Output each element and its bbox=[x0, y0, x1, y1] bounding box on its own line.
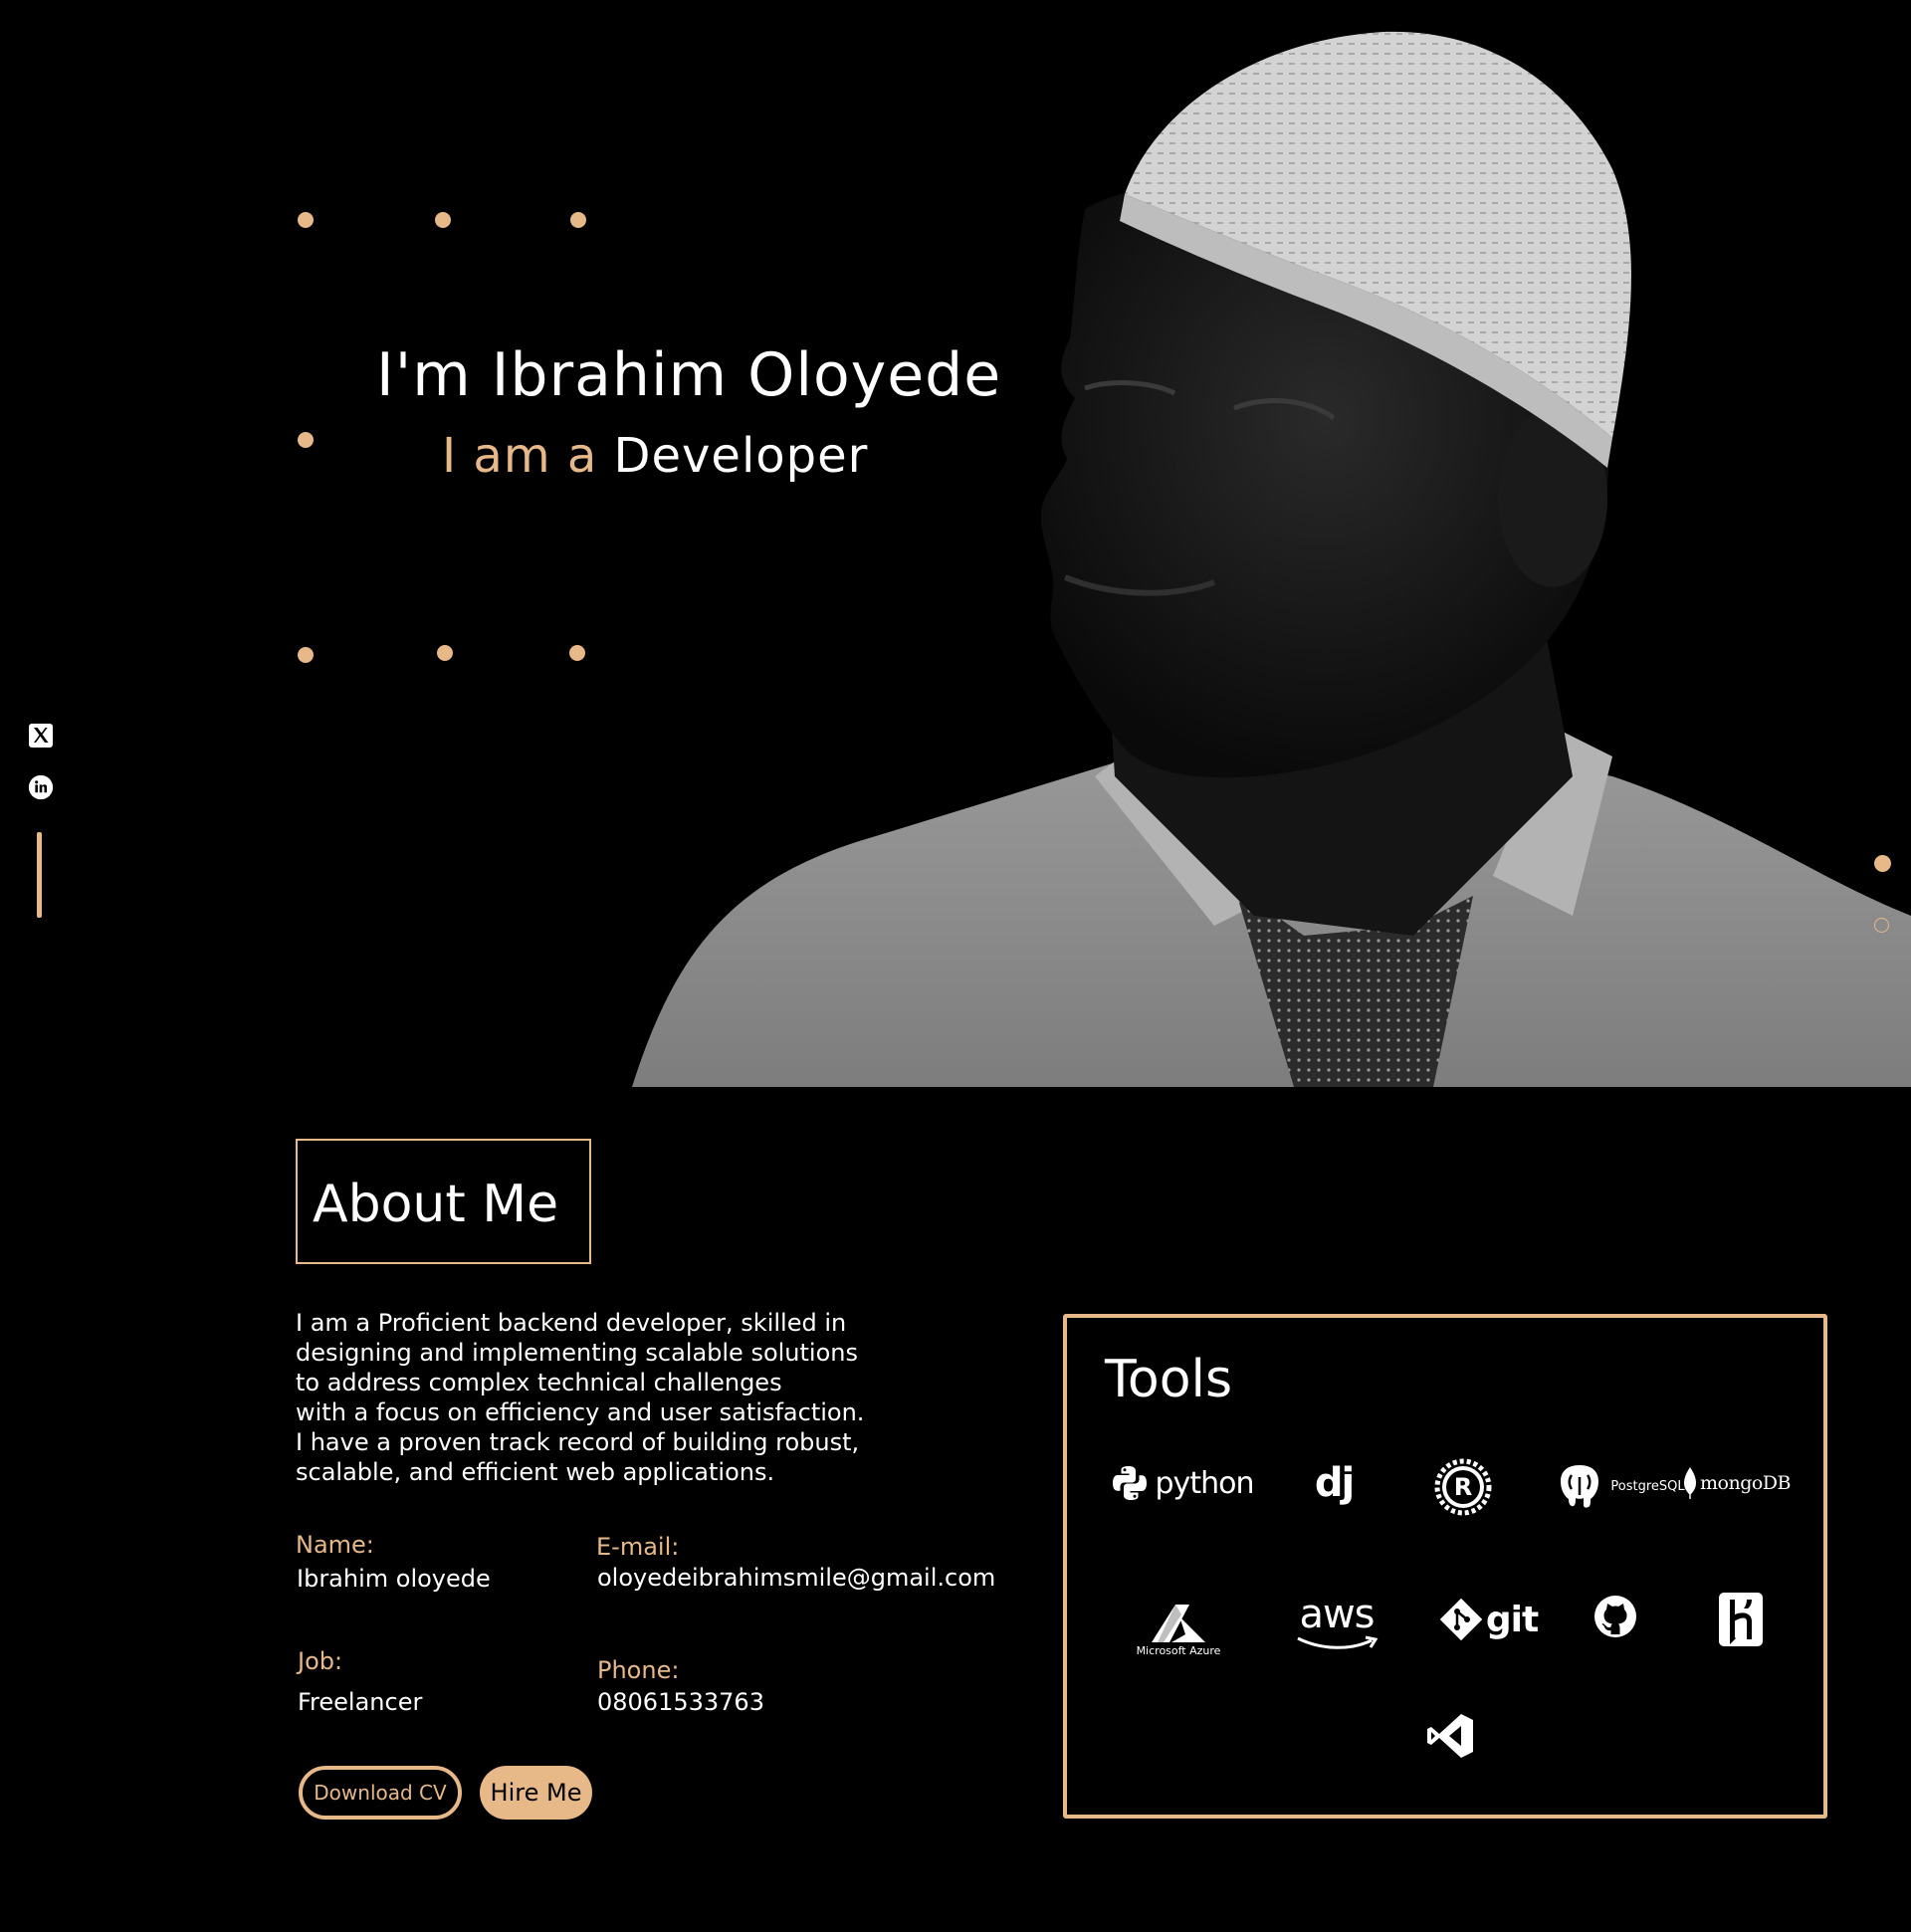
hire-me-button[interactable]: Hire Me bbox=[480, 1766, 592, 1820]
git-label: git bbox=[1485, 1599, 1539, 1640]
decor-dot bbox=[437, 645, 453, 661]
postgresql-label: PostgreSQL bbox=[1610, 1478, 1685, 1494]
linkedin-icon[interactable] bbox=[28, 774, 54, 800]
email-value: oloyedeibrahimsmile@gmail.com bbox=[597, 1564, 996, 1592]
git-icon: git bbox=[1437, 1593, 1541, 1646]
mongodb-icon: mongoDB bbox=[1682, 1461, 1792, 1505]
phone-label: Phone: bbox=[597, 1656, 680, 1684]
hero-subtitle: I am a Developer bbox=[442, 428, 868, 484]
decor-dot bbox=[570, 212, 586, 228]
social-divider-line bbox=[37, 832, 42, 918]
job-value: Freelancer bbox=[298, 1688, 423, 1716]
slider-dot[interactable] bbox=[1874, 918, 1889, 933]
about-description: I am a Proficient backend developer, ski… bbox=[296, 1309, 865, 1486]
hero-role: Developer bbox=[613, 428, 869, 484]
decor-dot bbox=[298, 212, 314, 228]
aws-label: aws bbox=[1299, 1592, 1375, 1637]
hero-title: I'm Ibrahim Oloyede bbox=[376, 340, 1002, 410]
download-cv-button[interactable]: Download CV bbox=[299, 1766, 462, 1820]
django-label: dj bbox=[1314, 1460, 1355, 1506]
heroku-icon bbox=[1716, 1591, 1766, 1648]
decor-dot bbox=[435, 212, 451, 228]
slider-dot-active[interactable] bbox=[1874, 855, 1891, 872]
azure-icon: Microsoft Azure bbox=[1131, 1599, 1226, 1662]
python-icon: python bbox=[1109, 1458, 1254, 1508]
job-label: Job: bbox=[298, 1647, 343, 1675]
email-label: E-mail: bbox=[596, 1533, 680, 1561]
name-label: Name: bbox=[296, 1531, 374, 1559]
phone-value: 08061533763 bbox=[597, 1688, 764, 1716]
azure-label: Microsoft Azure bbox=[1136, 1643, 1221, 1657]
decor-dot bbox=[569, 645, 585, 661]
rust-icon: R bbox=[1433, 1457, 1493, 1517]
decor-dot bbox=[298, 432, 314, 448]
vscode-icon bbox=[1421, 1710, 1479, 1762]
tools-title: Tools bbox=[1105, 1350, 1233, 1409]
aws-icon: aws bbox=[1290, 1591, 1383, 1656]
about-title: About Me bbox=[313, 1175, 559, 1234]
hero-subtitle-prefix: I am a bbox=[442, 428, 598, 484]
mongodb-label: mongoDB bbox=[1700, 1472, 1792, 1494]
github-icon bbox=[1589, 1591, 1642, 1642]
hero-portrait-image bbox=[617, 0, 1911, 1087]
django-icon: dj bbox=[1304, 1458, 1364, 1508]
python-label: python bbox=[1155, 1465, 1255, 1501]
name-value: Ibrahim oloyede bbox=[297, 1565, 491, 1593]
rust-label: R bbox=[1454, 1473, 1472, 1501]
x-icon[interactable] bbox=[28, 723, 54, 749]
decor-dot bbox=[298, 647, 314, 663]
